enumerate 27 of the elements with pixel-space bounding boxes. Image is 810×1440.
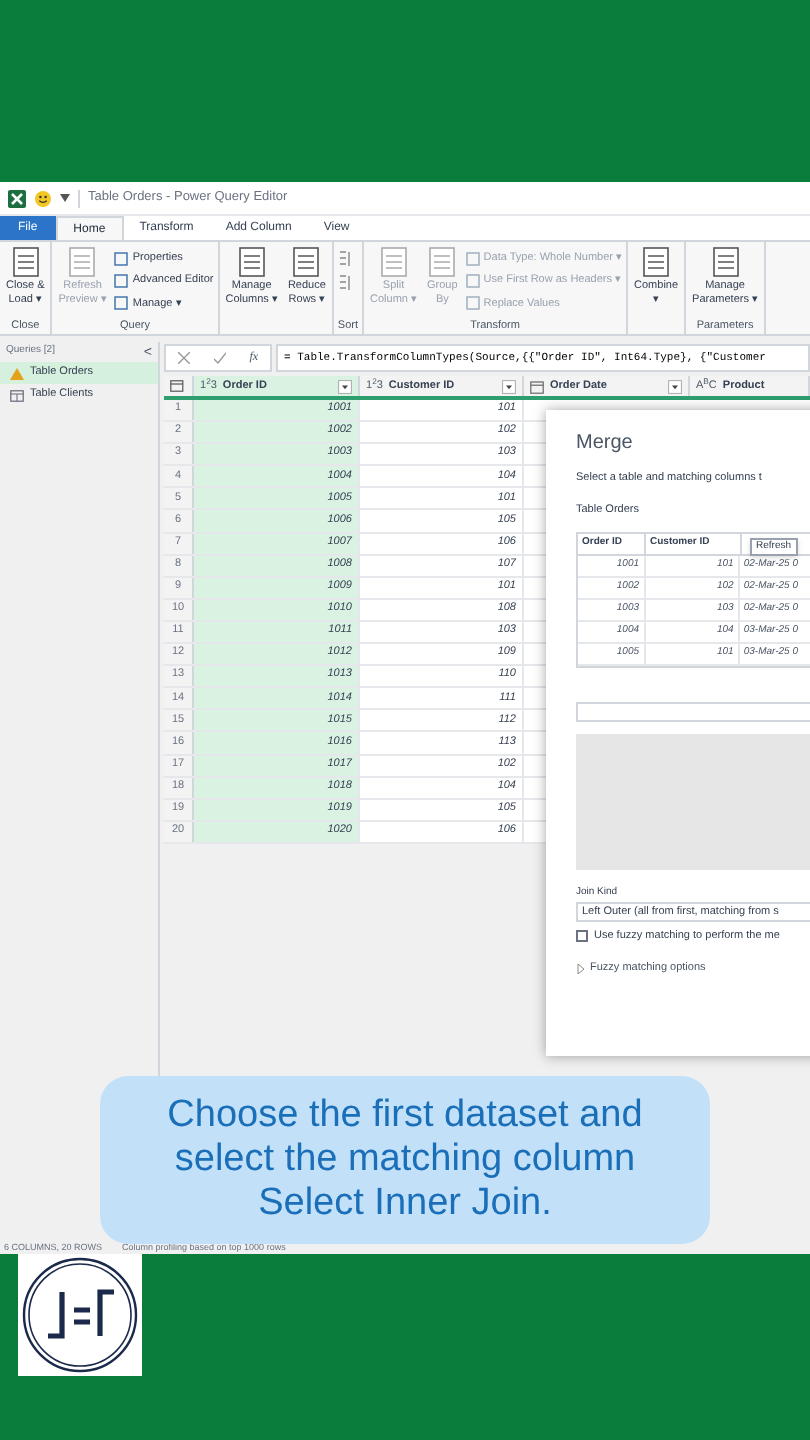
caption-line: Choose the first dataset and: [167, 1094, 643, 1138]
logo-icon: [18, 1254, 142, 1376]
calendar-icon: [530, 379, 544, 393]
excel-logo-icon: [8, 189, 26, 207]
caption-line: select the matching column: [174, 1138, 636, 1182]
dropdown-icon[interactable]: [60, 194, 70, 202]
command-icon: [642, 246, 671, 278]
check-icon[interactable]: [213, 352, 226, 364]
smiley-icon[interactable]: [34, 189, 52, 207]
filter-dropdown-icon[interactable]: [338, 379, 352, 393]
command-icon: [11, 246, 40, 278]
table-menu-icon[interactable]: [170, 380, 186, 392]
filter-dropdown-icon[interactable]: [502, 379, 516, 393]
command-icon: [379, 246, 408, 278]
command-icon: [711, 246, 740, 278]
dialog-title: Merge: [576, 434, 635, 454]
caption-line: Select Inner Join.: [258, 1182, 552, 1226]
checkbox[interactable]: [576, 930, 588, 943]
filter-dropdown-icon[interactable]: [668, 379, 682, 393]
cancel-icon[interactable]: [177, 352, 190, 364]
table-icon: [10, 389, 24, 401]
command-icon: [292, 246, 321, 278]
expand-arrow-icon: [576, 963, 586, 974]
warning-icon: [10, 367, 24, 379]
command-icon: [68, 246, 97, 278]
command-icon: [428, 246, 457, 278]
command-icon: [237, 246, 266, 278]
